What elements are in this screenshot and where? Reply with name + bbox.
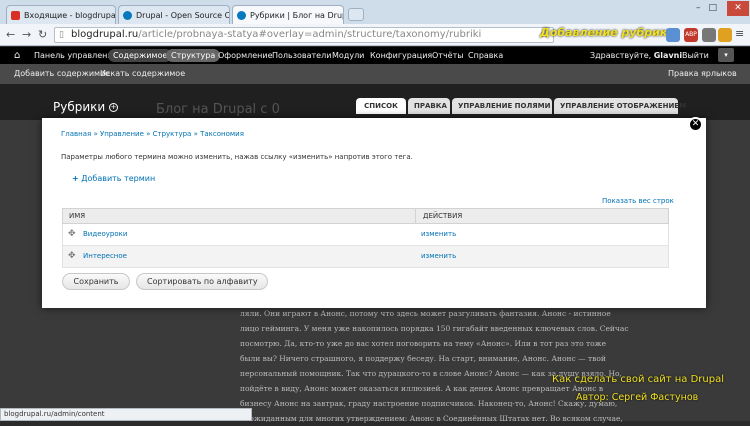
add-term-label: Добавить термин [81, 174, 156, 183]
plus-icon: + [72, 174, 79, 183]
browser-tab-mail[interactable]: Входящие - blogdrupal@ ✕ [6, 5, 116, 24]
term-name-link[interactable]: Интересное [83, 252, 127, 260]
drupal-drop-icon [237, 10, 246, 20]
terms-table-header: ИМЯ ДЕЙСТВИЯ [62, 208, 669, 224]
url-host: blogdrupal.ru [71, 29, 139, 40]
browser-tab-drupal[interactable]: Drupal - Open Source CM ✕ [118, 5, 230, 24]
browser-tab-rubriki[interactable]: Рубрики | Блог на Drupal ✕ [232, 5, 344, 24]
tab-manage-display[interactable]: УПРАВЛЕНИЕ ОТОБРАЖЕНИЕМ [554, 98, 686, 114]
add-term-link[interactable]: + Добавить термин [72, 174, 155, 183]
extension-icon[interactable] [702, 28, 716, 42]
tab-manage-fields[interactable]: УПРАВЛЕНИЕ ПОЛЯМИ [452, 98, 552, 114]
drupal-drop-icon [123, 10, 132, 20]
show-row-weights-link[interactable]: Показать вес строк [602, 197, 674, 205]
article-line: лицо гейминга. У меня уже накопилось пор… [240, 324, 629, 333]
greeting: Здравствуйте, Glavni [590, 47, 682, 64]
back-arrow-icon[interactable]: ← [6, 28, 15, 41]
toolbar-reports[interactable]: Отчёты [432, 47, 464, 64]
toolbar-structure[interactable]: Структура [166, 49, 221, 62]
tab-list[interactable]: СПИСОК [356, 98, 406, 114]
watermark-author: Автор: Сергей Фастунов [576, 392, 699, 403]
help-text: Параметры любого термина можно изменить,… [61, 153, 413, 161]
toolbar-modules[interactable]: Модули [332, 47, 364, 64]
toolbar-toggle-icon[interactable]: ▾ [718, 48, 734, 62]
article-line: посмотрю. Да, кто-то уже до вас хотел по… [240, 339, 607, 348]
watermark-title: Как сделать свой сайт на Drupal [552, 374, 724, 385]
drag-handle-icon[interactable]: ✥ [68, 229, 76, 239]
shortcuts-bar: Добавить содержимое Искать содержимое Пр… [0, 64, 750, 84]
article-line: ляли. Они играют в Анонс, потому что зде… [240, 309, 611, 318]
article-line: были вы? Ничего страшного, я поддержу бе… [240, 354, 606, 363]
drag-handle-icon[interactable]: ✥ [68, 251, 76, 261]
tab-title: Рубрики | Блог на Drupal [250, 10, 344, 20]
breadcrumb[interactable]: Главная » Управление » Структура » Таксо… [61, 130, 244, 138]
watermark-logo: Добавление рубрики [540, 26, 676, 39]
toolbar-configuration[interactable]: Конфигурация [370, 47, 432, 64]
background-article: ляли. Они играют в Анонс, потому что зде… [240, 306, 740, 426]
extension-icon[interactable] [718, 28, 732, 42]
background-site-title: Блог на Drupal с 0 [156, 102, 280, 117]
close-overlay-icon[interactable]: ✕ [688, 117, 703, 132]
column-name: ИМЯ [69, 212, 86, 220]
edit-term-link[interactable]: изменить [421, 252, 456, 260]
add-shortcut-icon[interactable]: + [109, 103, 119, 112]
term-name-link[interactable]: Видеоуроки [83, 230, 127, 238]
shortcut-find-content[interactable]: Искать содержимое [100, 69, 185, 78]
url-path: /article/probnaya-statya#overlay=admin/s… [138, 29, 482, 40]
adblock-icon[interactable]: ABP [684, 28, 698, 42]
window-close-button[interactable]: ✕ [727, 1, 749, 16]
column-divider [415, 208, 416, 224]
tab-title: Входящие - blogdrupal@ [24, 10, 116, 20]
shortcut-add-content[interactable]: Добавить содержимое [14, 69, 110, 78]
new-tab-button[interactable] [348, 8, 364, 21]
edit-shortcuts-link[interactable]: Правка ярлыков [668, 69, 737, 78]
page-title-text: Рубрики [53, 100, 106, 114]
toolbar-content[interactable]: Содержимое [108, 49, 173, 62]
tab-edit[interactable]: ПРАВКА [408, 98, 450, 114]
url-input[interactable]: ▯ blogdrupal.ru/article/probnaya-statya#… [54, 27, 554, 43]
menu-icon[interactable]: ≡ [735, 27, 744, 40]
forward-arrow-icon[interactable]: → [22, 28, 31, 41]
address-bar-row: ← → ↻ ▯ blogdrupal.ru/article/probnaya-s… [0, 24, 750, 46]
browser-tab-bar: Входящие - blogdrupal@ ✕ Drupal - Open S… [0, 0, 750, 24]
greeting-text: Здравствуйте, [590, 51, 652, 60]
window-controls[interactable]: –□ [696, 3, 725, 13]
article-line: неожиданным для многих утверждением: Ано… [240, 414, 623, 423]
toolbar-help[interactable]: Справка [468, 47, 503, 64]
toolbar-appearance[interactable]: Оформление [218, 47, 273, 64]
tab-title: Drupal - Open Source CM [136, 10, 230, 20]
page-title: Рубрики + [53, 100, 119, 114]
extension-icon[interactable] [666, 28, 680, 42]
table-row: ✥ Интересное изменить [62, 246, 669, 268]
admin-toolbar: ⌂ Панель управления Содержимое Структура… [0, 47, 750, 64]
toolbar-people[interactable]: Пользователи [272, 47, 331, 64]
home-icon[interactable]: ⌂ [14, 47, 20, 64]
status-bar-url: blogdrupal.ru/admin/content [0, 408, 252, 421]
page-icon: ▯ [59, 30, 64, 40]
gmail-icon [11, 10, 20, 20]
user-name[interactable]: Glavni [654, 51, 682, 60]
logout-link[interactable]: Выйти [682, 47, 709, 64]
edit-term-link[interactable]: изменить [421, 230, 456, 238]
save-button[interactable]: Сохранить [62, 273, 130, 290]
reload-icon[interactable]: ↻ [38, 28, 47, 41]
column-actions: ДЕЙСТВИЯ [423, 212, 463, 220]
toolbar-dashboard[interactable]: Панель управления [34, 47, 117, 64]
sort-alphabetically-button[interactable]: Сортировать по алфавиту [136, 273, 268, 290]
table-row: ✥ Видеоуроки изменить [62, 224, 669, 246]
